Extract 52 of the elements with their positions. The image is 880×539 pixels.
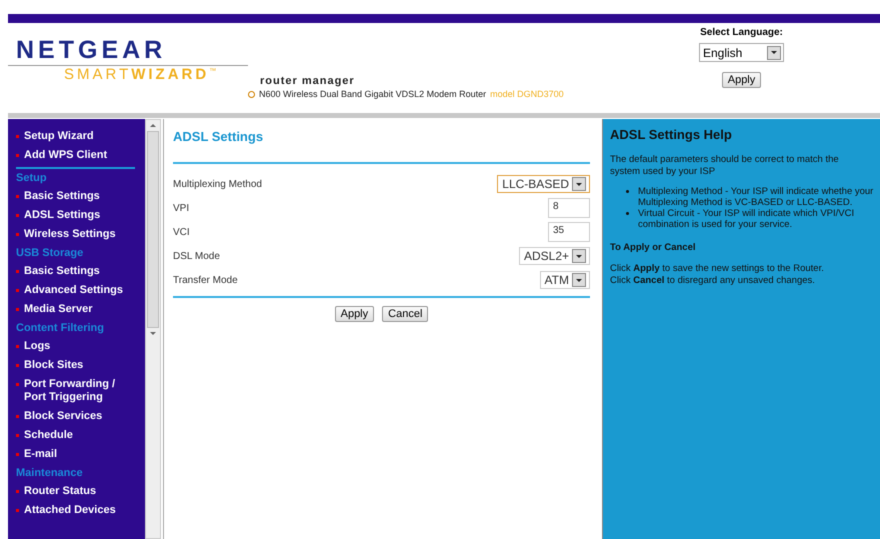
menu-item[interactable]: ADSL Settings <box>16 206 145 225</box>
menu-item[interactable]: Schedule <box>16 426 145 445</box>
menu-heading: Content Filtering <box>16 321 105 336</box>
menu-item[interactable]: E-mail <box>16 445 145 464</box>
menu-item[interactable]: Media Server <box>16 300 145 319</box>
language-label: Select Language: <box>700 27 783 38</box>
menu-item[interactable]: Attached Devices <box>16 501 145 520</box>
menu-item[interactable]: Logs <box>16 337 145 356</box>
dropdown[interactable]: ADSL2+ <box>518 247 590 265</box>
help-text: Click Cancel to disregard any unsaved changes. <box>610 275 816 287</box>
field-label: Multiplexing Method <box>173 178 262 190</box>
menu-heading: USB Storage <box>16 246 84 261</box>
help-bullet: Virtual Circuit - Your ISP will indicate which VPI/VCI combination is used for your service. <box>638 208 856 230</box>
field-label: VCI <box>173 226 190 238</box>
help-text: Click Apply to save the new settings to the Router. <box>610 263 825 275</box>
menu-item[interactable]: Block Sites <box>16 356 145 375</box>
menu-item[interactable]: Add WPS Client <box>16 146 145 165</box>
logo-wordmark: NETGEAR <box>15 37 168 63</box>
menu-item[interactable]: Basic Settings <box>16 262 145 281</box>
input-field[interactable]: 35 <box>548 222 590 242</box>
menu-item[interactable]: Router Status <box>16 482 145 501</box>
bullet-icon <box>248 90 255 98</box>
help-title: ADSL Settings Help <box>610 127 733 142</box>
help-intro: The default parameters should be correct to match the system used by your ISP <box>610 154 840 178</box>
menu-item[interactable]: Block Services <box>16 407 145 426</box>
help-subtitle: To Apply or Cancel <box>610 242 697 253</box>
menu-heading: Maintenance <box>16 466 84 481</box>
apply-language-button[interactable]: Apply <box>722 72 762 88</box>
help-bullet: Multiplexing Method - Your ISP will indicate whethe your Multiplexing Method is VC-BASED or LLC-BASED. <box>638 186 874 208</box>
model-number: model DGND3700 <box>490 89 564 99</box>
logo-subtitle: SMARTWIZARD$^{™}$ <box>64 66 220 83</box>
menu-item[interactable]: Basic Settings <box>16 187 145 206</box>
form-button[interactable]: Cancel <box>382 306 428 322</box>
scrollbar[interactable] <box>145 119 161 539</box>
menu-item[interactable]: Wireless Settings <box>16 225 145 244</box>
bullet-icon <box>626 190 629 193</box>
menu-item[interactable]: Setup Wizard <box>16 127 145 146</box>
menu-heading: Setup <box>16 171 48 186</box>
menu-item[interactable]: Advanced Settings <box>16 281 145 300</box>
page-title: ADSL Settings <box>173 129 264 144</box>
language-select[interactable]: English <box>699 43 784 62</box>
field-label: VPI <box>173 202 190 214</box>
model-line: N600 Wireless Dual Band Gigabit VDSL2 Modem Router <box>259 89 486 99</box>
bullet-icon <box>626 212 629 215</box>
dropdown[interactable]: ATM <box>540 271 590 289</box>
menu-item[interactable]: Port Forwarding / Port Triggering <box>16 375 145 407</box>
input-field[interactable]: 8 <box>548 198 590 218</box>
product-name: router manager <box>260 75 356 87</box>
field-label: DSL Mode <box>173 250 220 262</box>
field-label: Transfer Mode <box>173 274 238 286</box>
form-button[interactable]: Apply <box>334 306 374 322</box>
dropdown[interactable]: LLC-BASED <box>497 175 590 193</box>
